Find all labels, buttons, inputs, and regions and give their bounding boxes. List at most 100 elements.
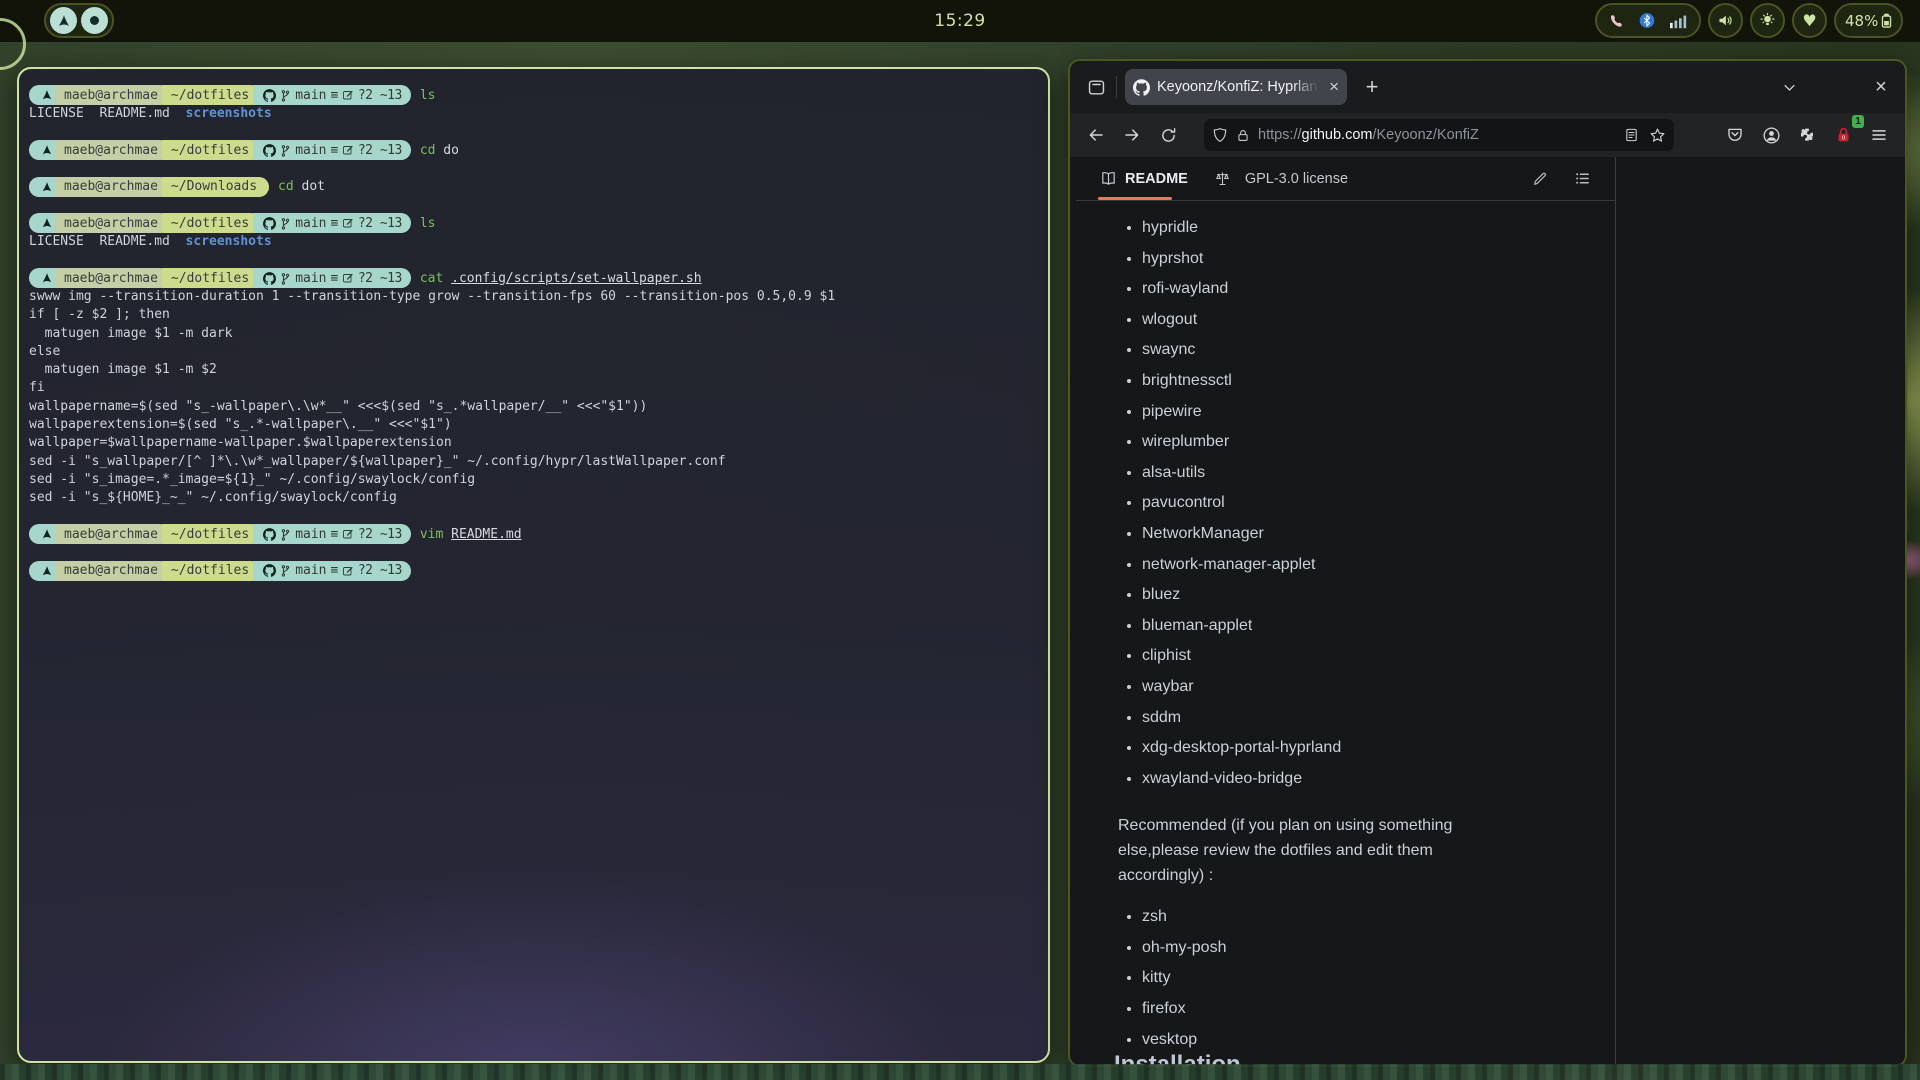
back-button[interactable] <box>1080 119 1112 151</box>
pocket-icon[interactable] <box>1719 119 1751 151</box>
edit-pencil-icon[interactable] <box>1532 171 1548 187</box>
list-item: pavucontrol <box>1142 488 1615 519</box>
prompt-pill: maeb@archmae~/dotfilesmain≡?2 ~13 <box>29 268 411 288</box>
extensions-puzzle-icon[interactable] <box>1791 119 1823 151</box>
output-text: wallpaperextension=$(sed "s_.*-wallpaper… <box>29 417 452 432</box>
installation-heading: Installation <box>1114 1051 1241 1067</box>
new-tab-button[interactable]: + <box>1357 72 1387 102</box>
output-text: sed -i "s_wallpaper/[^ ]*\.\w*_wallpaper… <box>29 454 726 469</box>
urlbar-actions <box>1624 127 1666 144</box>
prompt-dir: ~/Downloads <box>162 177 269 197</box>
tab-title: Keyoonz/KonfiZ: Hyprland <box>1157 79 1322 95</box>
recommended-list: zshoh-my-poshkittyfirefoxvesktopnvim <box>1142 902 1615 1067</box>
prompt-dir: ~/dotfiles <box>162 85 261 105</box>
tab-separator <box>1116 76 1117 98</box>
heart-icon: ♥ <box>1802 11 1816 30</box>
adblocker-icon[interactable]: 0 1 <box>1827 119 1859 151</box>
tab-readme[interactable]: README <box>1125 171 1188 187</box>
reload-button[interactable] <box>1152 119 1184 151</box>
readme-pane: README GPL-3.0 license hypridlehypr <box>1076 157 1616 1065</box>
git-edit-icon <box>342 89 354 101</box>
list-item: NetworkManager <box>1142 519 1615 550</box>
terminal-prompt-line: maeb@archmae~/dotfilesmain≡?2 ~13ls <box>29 86 1038 104</box>
svg-text:0: 0 <box>1841 136 1845 142</box>
output-text: swww img --transition-duration 1 --trans… <box>29 289 835 304</box>
prompt-dir: ~/dotfiles <box>162 524 261 544</box>
command-text: cd <box>420 143 436 158</box>
tab-bar: Keyoonz/KonfiZ: Hyprland × + × <box>1070 61 1905 113</box>
list-item: alsa-utils <box>1142 458 1615 489</box>
prompt-dir: ~/dotfiles <box>162 268 261 288</box>
account-icon[interactable] <box>1755 119 1787 151</box>
url-text: https://github.com/Keyoonz/KonfiZ <box>1258 127 1616 143</box>
git-branch-icon <box>280 564 291 577</box>
list-item: xdg-desktop-portal-hyprland <box>1142 733 1615 764</box>
list-item: pipewire <box>1142 397 1615 428</box>
prompt-user: maeb@archmae <box>55 524 170 544</box>
phone-icon[interactable] <box>1608 13 1624 29</box>
output-text: wallpapername=$(sed "s_-wallpaper\.\w*__… <box>29 399 647 414</box>
outline-list-icon[interactable] <box>1574 170 1591 187</box>
command-text <box>443 527 451 542</box>
git-branch-icon <box>280 528 291 541</box>
package-list: hypridlehyprshotrofi-waylandwlogoutswayn… <box>1142 213 1615 794</box>
list-item: sddm <box>1142 703 1615 734</box>
bookmark-star-icon[interactable] <box>1649 127 1666 144</box>
output-text: matugen image $1 -m dark <box>29 326 233 341</box>
list-item: blueman-applet <box>1142 611 1615 642</box>
terminal-prompt-line: maeb@archmae~/dotfilesmain≡?2 ~13cd do <box>29 141 1038 159</box>
git-edit-icon <box>342 528 354 540</box>
github-favicon-icon <box>1133 79 1150 96</box>
command-text: ls <box>420 216 436 231</box>
list-item: oh-my-posh <box>1142 933 1615 964</box>
active-tab-underline <box>1098 197 1172 200</box>
signal-strength-icon[interactable] <box>1670 13 1688 29</box>
system-tray[interactable] <box>1595 3 1701 38</box>
prompt-pill: maeb@archmae~/dotfilesmain≡?2 ~13 <box>29 561 411 581</box>
reader-mode-icon[interactable] <box>1624 127 1639 144</box>
prompt-git-segment: main≡?2 ~13 <box>253 85 411 105</box>
forward-button[interactable] <box>1116 119 1148 151</box>
list-item: bluez <box>1142 580 1615 611</box>
terminal-window[interactable]: maeb@archmae~/dotfilesmain≡?2 ~13lsLICEN… <box>17 67 1050 1063</box>
desktop: 15:29 ♥ 48% <box>0 0 1920 1080</box>
output-text: if [ -z $2 ]; then <box>29 307 170 322</box>
command-text: vim <box>420 527 443 542</box>
github-icon <box>263 272 276 285</box>
window-close-icon[interactable]: × <box>1865 71 1897 103</box>
url-bar[interactable]: https://github.com/Keyoonz/KonfiZ <box>1204 119 1674 151</box>
list-item: swaync <box>1142 335 1615 366</box>
menu-hamburger-icon[interactable] <box>1863 119 1895 151</box>
prompt-pill: maeb@archmae~/dotfilesmain≡?2 ~13 <box>29 524 411 544</box>
prompt-user: maeb@archmae <box>55 177 170 197</box>
status-bar: 15:29 ♥ 48% <box>0 0 1920 42</box>
prompt-pill: maeb@archmae~/Downloads <box>29 177 269 197</box>
firefox-window: Keyoonz/KonfiZ: Hyprland × + × <box>1068 59 1907 1067</box>
list-item: hyprshot <box>1142 244 1615 275</box>
git-edit-icon <box>342 565 354 577</box>
command-text: dot <box>294 179 325 194</box>
terminal-prompt-line: maeb@archmae~/dotfilesmain≡?2 ~13 <box>29 562 1038 580</box>
github-icon <box>263 89 276 102</box>
favorites-button[interactable]: ♥ <box>1792 3 1827 38</box>
github-icon <box>263 217 276 230</box>
github-icon <box>263 528 276 541</box>
terminal-prompt-line: maeb@archmae~/dotfilesmain≡?2 ~13cat .co… <box>29 269 1038 287</box>
terminal-output-line <box>29 543 1038 561</box>
git-branch-icon <box>280 217 291 230</box>
list-tabs-chevron-icon[interactable] <box>1773 71 1805 103</box>
prompt-git-segment: main≡?2 ~13 <box>253 524 411 544</box>
prompt-dir: ~/dotfiles <box>162 213 261 233</box>
brightness-button[interactable] <box>1750 3 1785 38</box>
tab-license[interactable]: GPL-3.0 license <box>1245 171 1348 187</box>
prompt-user: maeb@archmae <box>55 268 170 288</box>
output-text: else <box>29 344 60 359</box>
volume-button[interactable] <box>1708 3 1743 38</box>
firefox-view-button[interactable] <box>1080 71 1112 103</box>
terminal-output-line: wallpaper=$wallpapername-wallpaper.$wall… <box>29 434 1038 452</box>
tab-github[interactable]: Keyoonz/KonfiZ: Hyprland × <box>1125 69 1347 105</box>
prompt-user: maeb@archmae <box>55 213 170 233</box>
battery-module[interactable]: 48% <box>1834 3 1903 38</box>
tab-close-icon[interactable]: × <box>1329 77 1339 97</box>
bluetooth-icon[interactable] <box>1639 12 1655 29</box>
